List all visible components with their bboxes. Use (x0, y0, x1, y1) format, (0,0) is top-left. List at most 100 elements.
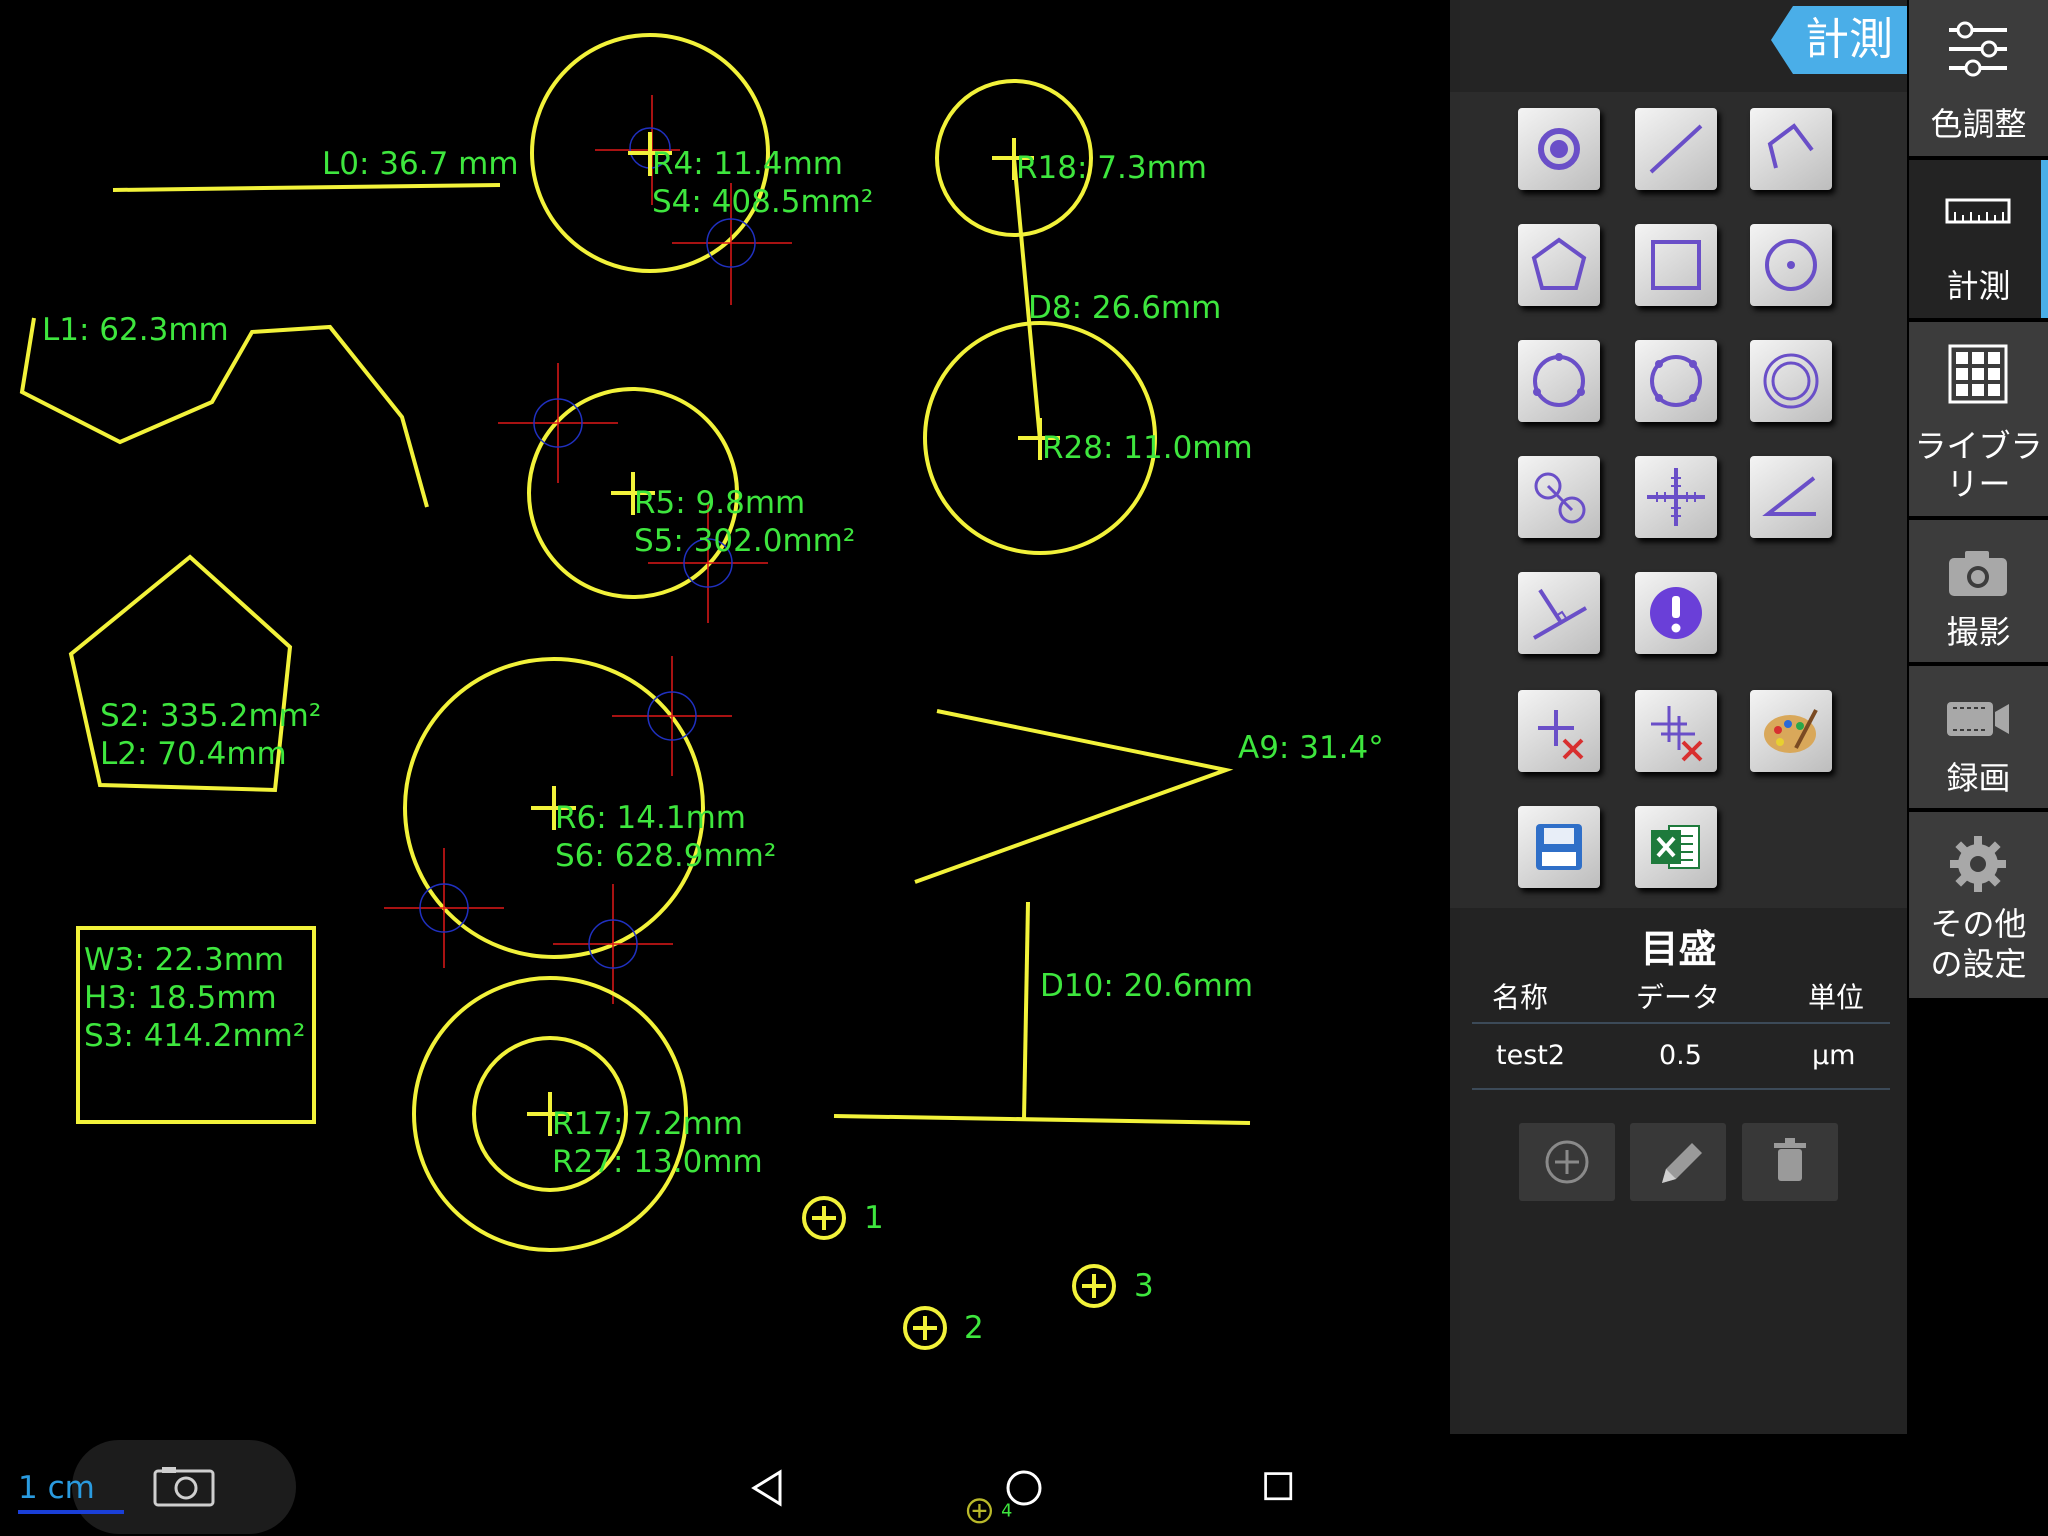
multi-point-circle-icon (1650, 355, 1702, 407)
label-r6: R6: 14.1mm (555, 800, 746, 836)
label-s4: S4: 408.5mm² (652, 184, 873, 220)
label-r4: R4: 11.4mm (652, 146, 843, 182)
nav-label: リー (1946, 465, 2011, 503)
nav-library[interactable]: ライブラ リー (1909, 322, 2048, 516)
excel-export-tool[interactable] (1635, 806, 1717, 888)
polyline-icon (1767, 123, 1814, 169)
add-scale-button[interactable] (1519, 1123, 1615, 1201)
label-r28: R28: 11.0mm (1042, 430, 1253, 466)
quick-capture-bar (72, 1440, 296, 1534)
header-divider (1472, 1022, 1890, 1024)
scale-bar-label: 1 cm (18, 1470, 95, 1506)
exclamation-icon (1650, 587, 1702, 639)
three-point-circle-tool[interactable] (1518, 340, 1600, 422)
target-point-icon (1538, 128, 1580, 170)
scale-bar (18, 1510, 124, 1514)
circle-center-icon (1765, 239, 1817, 291)
nav-label: の設定 (1930, 945, 2027, 983)
delete-all-icon (1651, 706, 1703, 762)
label-s6: S6: 628.9mm² (555, 838, 776, 874)
perpendicular-tool[interactable] (1518, 572, 1600, 654)
circle-distance-tool[interactable] (1518, 456, 1600, 538)
square-icon (1651, 240, 1701, 290)
nav-record[interactable]: 録画 (1909, 666, 2048, 808)
palette-icon (1764, 709, 1818, 753)
palette-tool[interactable] (1750, 690, 1832, 772)
tool-panel: 計測 目盛 名称 データ 単位 test2 0.5 μm (1450, 0, 1907, 1434)
label-s3: S3: 414.2mm² (84, 1018, 305, 1054)
label-s5: S5: 302.0mm² (634, 523, 855, 559)
camera-icon[interactable] (152, 1464, 216, 1508)
marker-2[interactable]: 2 (903, 1306, 984, 1350)
nav-label: 撮影 (1946, 613, 2011, 651)
circle-distance-icon (1534, 472, 1586, 524)
center-circle-tool[interactable] (1750, 224, 1832, 306)
line-icon (1649, 124, 1703, 174)
label-d8: D8: 26.6mm (1028, 290, 1221, 326)
info-tool[interactable] (1635, 572, 1717, 654)
label-r17: R17: 7.2mm (552, 1106, 743, 1142)
label-l1: L1: 62.3mm (42, 312, 229, 348)
scale-row-unit[interactable]: μm (1812, 1040, 1855, 1071)
nav-measure[interactable]: 計測 (1909, 160, 2048, 318)
concentric-circle-tool[interactable] (1750, 340, 1832, 422)
nav-capture[interactable]: 撮影 (1909, 520, 2048, 662)
rectangle-tool[interactable] (1635, 224, 1717, 306)
marker-label: 1 (864, 1200, 884, 1236)
label-l2: L2: 70.4mm (100, 736, 287, 772)
column-header-data: データ (1636, 981, 1721, 1014)
plus-circle-icon (1545, 1140, 1589, 1184)
nav-settings[interactable]: その他 の設定 (1909, 812, 2048, 998)
angle-tool[interactable] (1750, 456, 1832, 538)
row-divider (1472, 1088, 1890, 1090)
measurement-canvas[interactable]: L0: 36.7 mm R4: 11.4mm S4: 408.5mm² R18:… (0, 0, 1450, 1420)
label-s2: S2: 335.2mm² (100, 698, 321, 734)
marker-label: 2 (964, 1310, 984, 1346)
multi-point-circle-tool[interactable] (1635, 340, 1717, 422)
label-w3: W3: 22.3mm (84, 942, 284, 978)
crosshair-icon (1647, 468, 1705, 526)
nav-label: その他 (1930, 905, 2027, 943)
label-r27: R27: 13.0mm (552, 1144, 763, 1180)
save-tool[interactable] (1518, 806, 1600, 888)
point-tool[interactable] (1518, 108, 1600, 190)
panel-tab-measure[interactable]: 計測 (1771, 6, 1907, 74)
delete-all-tool[interactable] (1635, 690, 1717, 772)
marker-3[interactable]: 3 (1072, 1264, 1154, 1308)
active-indicator (2041, 160, 2048, 318)
back-button[interactable] (748, 1468, 788, 1508)
distance-d10[interactable] (1022, 901, 1030, 1120)
grid-icon (1948, 344, 2008, 404)
trash-icon (1774, 1138, 1806, 1181)
nav-label: 色調整 (1930, 105, 2027, 143)
angle-a9[interactable] (914, 709, 1234, 884)
label-r18: R18: 7.3mm (1016, 150, 1207, 186)
excel-icon (1651, 825, 1700, 869)
column-header-unit: 単位 (1808, 981, 1865, 1014)
edit-scale-button[interactable] (1630, 1123, 1726, 1201)
scale-title: 目盛 (1640, 927, 1717, 971)
crosshair-tool[interactable] (1635, 456, 1717, 538)
polygon-tool[interactable] (1518, 224, 1600, 306)
scale-row-data[interactable]: 0.5 (1659, 1040, 1702, 1071)
line-l0[interactable] (112, 183, 501, 192)
concentric-circle-icon (1763, 353, 1819, 409)
label-l0: L0: 36.7 mm (322, 146, 519, 182)
pencil-icon (1662, 1143, 1702, 1183)
recents-button[interactable] (1262, 1470, 1298, 1506)
nav-color-adjust[interactable]: 色調整 (1909, 0, 2048, 156)
polyline-tool[interactable] (1750, 108, 1832, 190)
marker-4[interactable]: 4 (940, 1496, 1060, 1536)
delete-scale-button[interactable] (1742, 1123, 1838, 1201)
side-navigation: 色調整 計測 ライブラ リー 撮影 録画 その他 の設定 (1909, 0, 2048, 1000)
label-h3: H3: 18.5mm (84, 980, 277, 1016)
marker-1[interactable]: 1 (802, 1196, 884, 1240)
camera-icon (1949, 551, 2007, 596)
gear-icon (1950, 836, 2006, 892)
baseline-d10[interactable] (833, 1114, 1251, 1125)
scale-row-name[interactable]: test2 (1496, 1040, 1565, 1071)
line-tool[interactable] (1635, 108, 1717, 190)
delete-point-tool[interactable] (1518, 690, 1600, 772)
perpendicular-icon (1533, 588, 1587, 640)
pentagon-icon (1531, 237, 1587, 290)
